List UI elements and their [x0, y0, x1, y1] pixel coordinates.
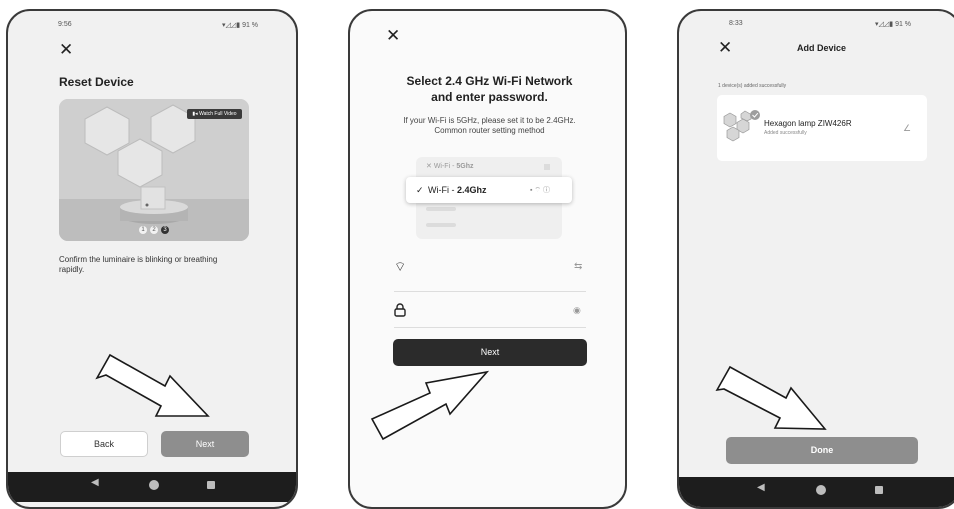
arrow-to-next-button-2	[370, 370, 490, 441]
arrow-to-done-button	[715, 365, 827, 430]
arrow-to-next-button-1	[95, 353, 210, 417]
annotation-arrows	[95, 353, 827, 441]
